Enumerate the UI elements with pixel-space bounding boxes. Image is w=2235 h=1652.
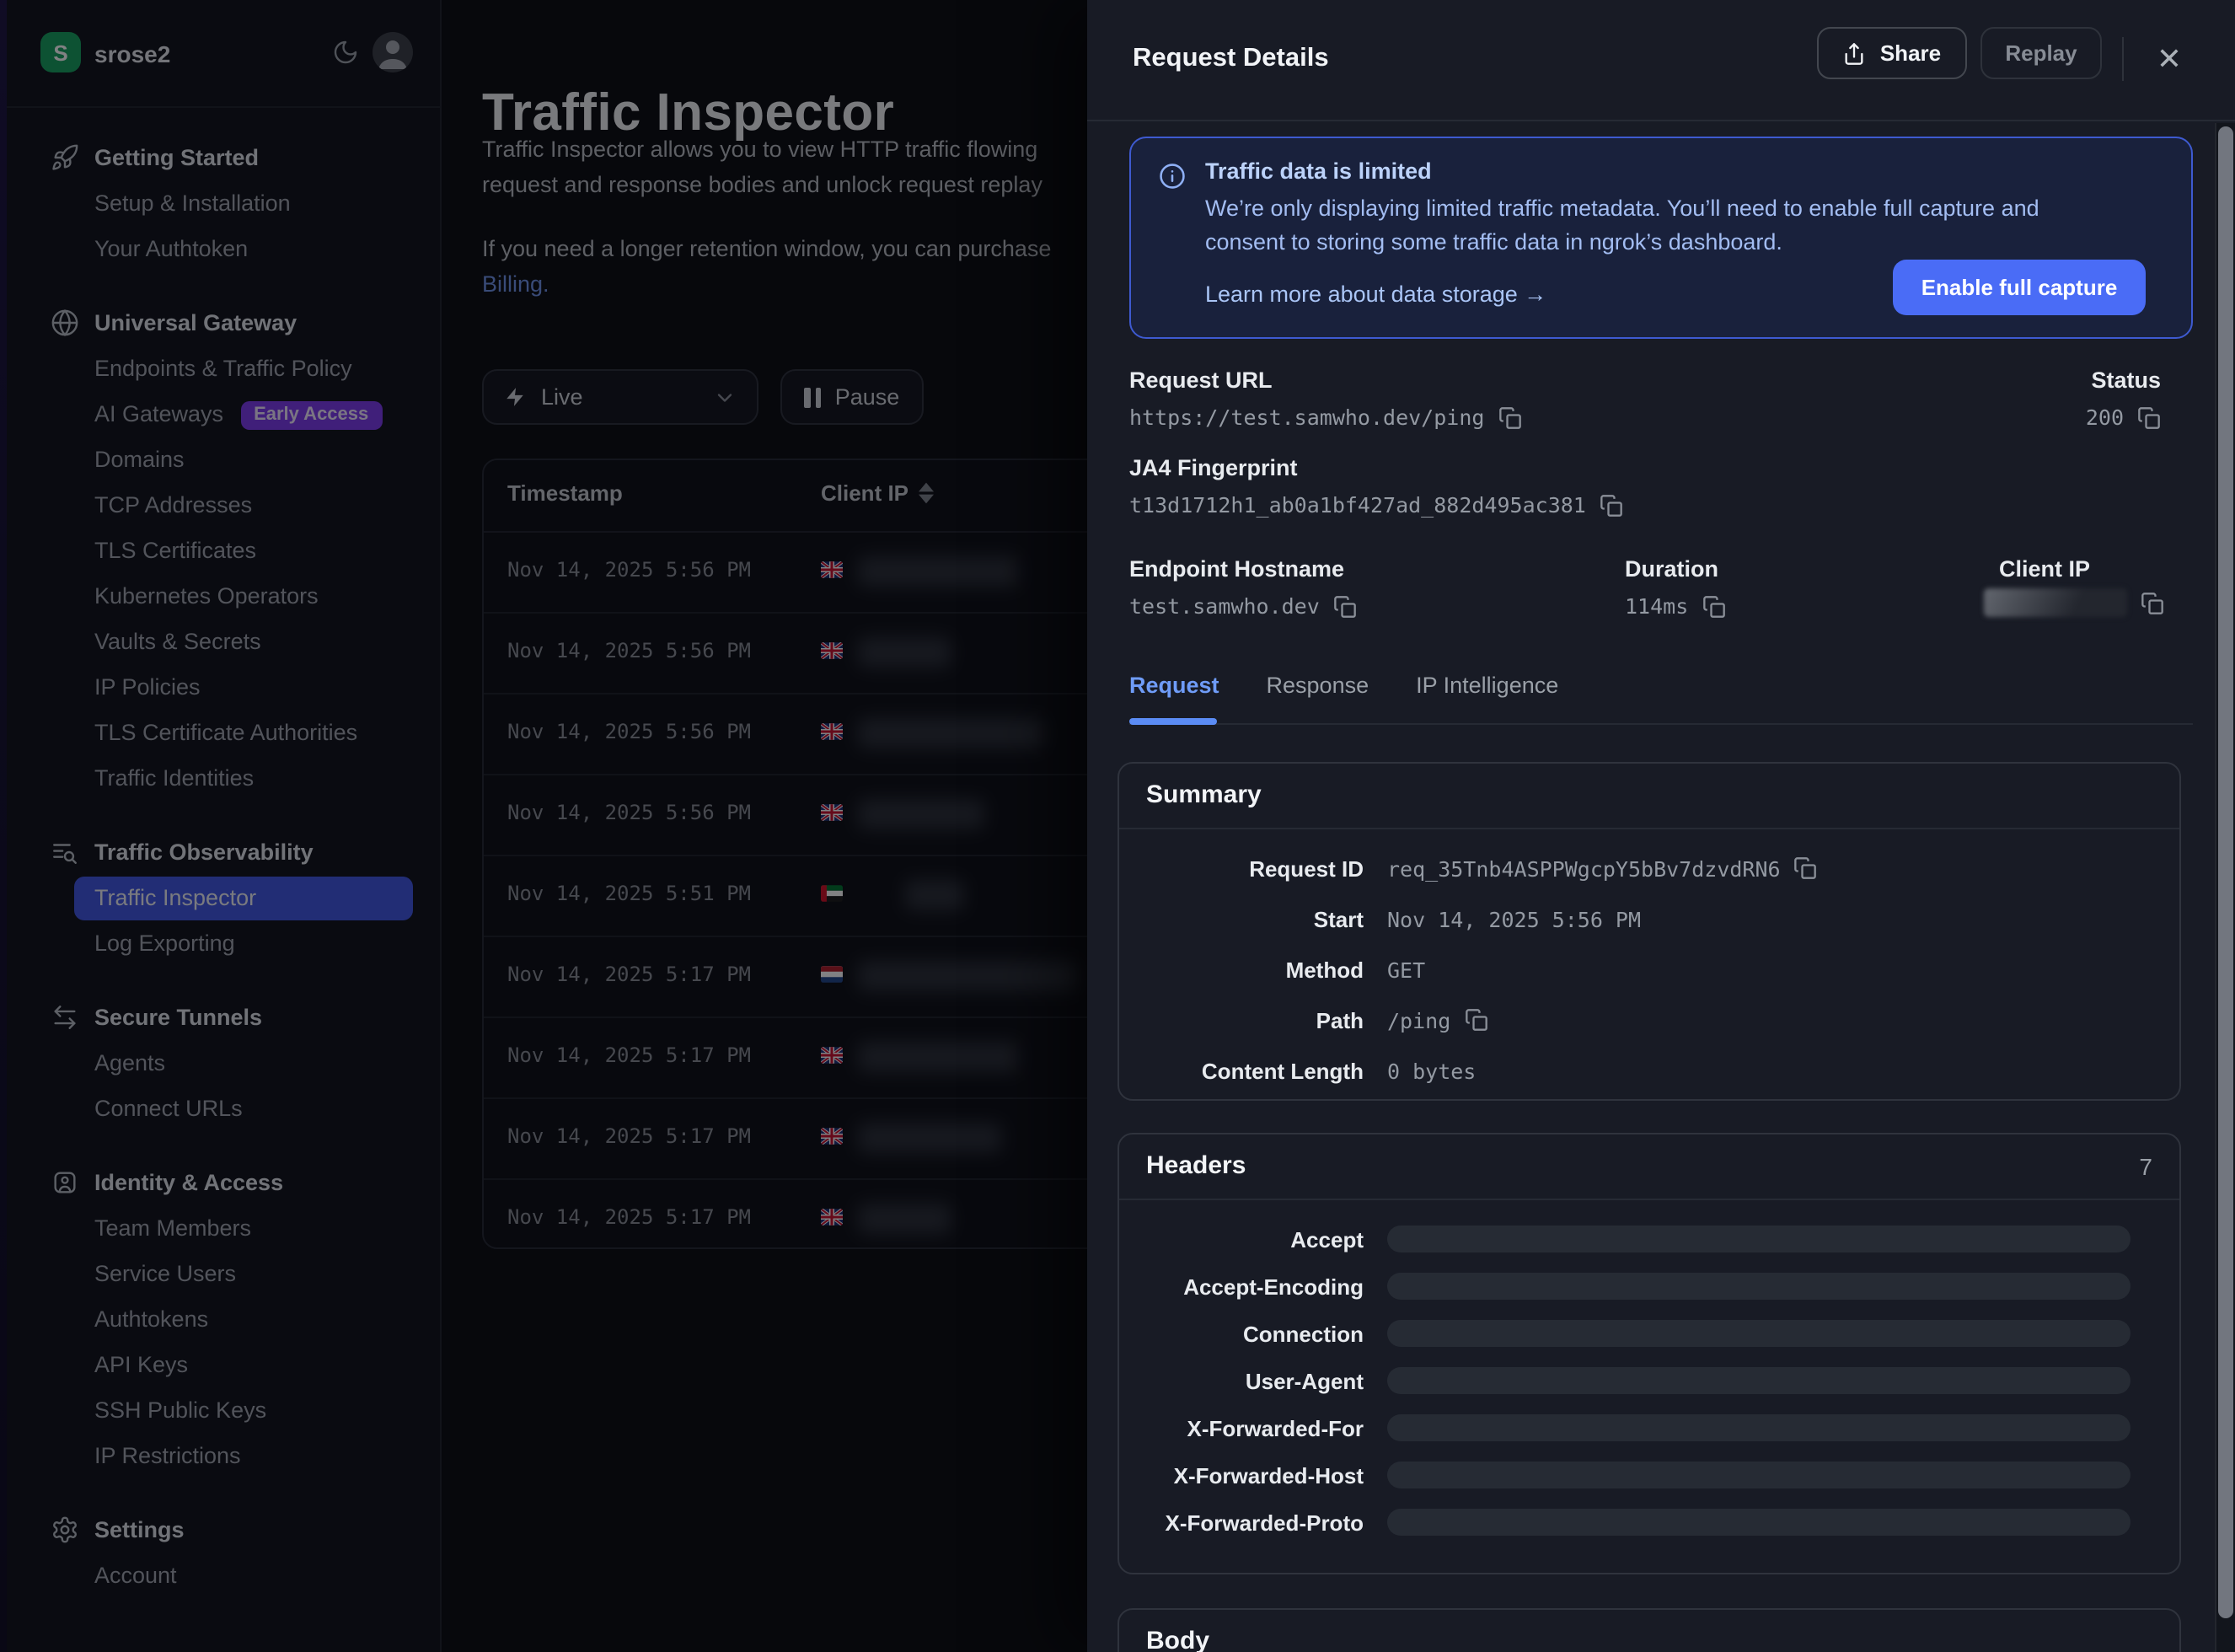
info-icon: [1158, 162, 1187, 190]
share-button-label: Share: [1880, 40, 1941, 66]
headers-list: Accept Accept-Encoding Connection User-A…: [1119, 1200, 2179, 1546]
request-id-value: req_35Tnb4ASPPWgcpY5bBv7dzvdRN6: [1387, 856, 1818, 881]
panel-title: Request Details: [1133, 44, 1329, 74]
close-icon[interactable]: ✕: [2151, 40, 2188, 78]
detail-tabs: Request Response IP Intelligence: [1129, 673, 1558, 698]
copy-icon[interactable]: [1498, 405, 1521, 429]
header-name: X-Forwarded-Host: [1119, 1462, 1364, 1488]
summary-row: Path /ping: [1119, 995, 2179, 1045]
redacted-header-value: [1387, 1226, 2130, 1252]
header-row: X-Forwarded-For: [1119, 1404, 2179, 1451]
endpoint-hostname-value: test.samwho.dev: [1129, 593, 1357, 619]
redacted-header-value: [1387, 1414, 2130, 1441]
panel-scrollbar-thumb[interactable]: [2218, 126, 2233, 1618]
ja4-label: JA4 Fingerprint: [1129, 455, 1298, 480]
redacted-client-ip: [1984, 588, 2127, 617]
tabs-divider: [1129, 723, 2193, 725]
duration-label: Duration: [1625, 556, 1718, 582]
tab-response[interactable]: Response: [1267, 673, 1369, 698]
summary-title: Summary: [1146, 780, 1262, 809]
replay-button-label: Replay: [2005, 40, 2077, 66]
enable-full-capture-button[interactable]: Enable full capture: [1893, 260, 2146, 315]
share-button[interactable]: Share: [1817, 27, 1967, 79]
header-divider: [2122, 37, 2124, 81]
copy-icon[interactable]: [1600, 493, 1623, 517]
status-label: Status: [2091, 367, 2161, 393]
header-row: X-Forwarded-Host: [1119, 1451, 2179, 1499]
header-name: Accept: [1119, 1226, 1364, 1252]
summary-row: Method GET: [1119, 944, 2179, 995]
header-row: Accept: [1119, 1215, 2179, 1263]
header-row: X-Forwarded-Proto: [1119, 1499, 2179, 1546]
redacted-header-value: [1387, 1462, 2130, 1488]
header-row: Accept-Encoding: [1119, 1263, 2179, 1310]
copy-icon[interactable]: [1333, 594, 1357, 618]
headers-count: 7: [2139, 1153, 2152, 1180]
client-ip-value: [1984, 588, 2164, 617]
panel-header: Request Details Share Replay ✕: [1087, 0, 2235, 121]
content-length-value: 0 bytes: [1387, 1058, 1476, 1083]
data-storage-link[interactable]: Learn more about data storage →: [1205, 282, 1546, 307]
notice-body-line2: consent to storing some traffic data in …: [1205, 229, 1782, 255]
copy-icon[interactable]: [1464, 1008, 1487, 1032]
path-value: /ping: [1387, 1007, 1487, 1032]
header-name: X-Forwarded-For: [1119, 1415, 1364, 1440]
copy-icon[interactable]: [2137, 405, 2161, 429]
tab-request[interactable]: Request: [1129, 673, 1219, 698]
summary-row: Content Length 0 bytes: [1119, 1045, 2179, 1096]
summary-card-header: Summary: [1119, 764, 2179, 829]
header-name: X-Forwarded-Proto: [1119, 1510, 1364, 1535]
client-ip-label: Client IP: [1999, 556, 2090, 582]
body-card: Body: [1118, 1608, 2181, 1652]
request-url-value: https://test.samwho.dev/ping: [1129, 405, 1521, 430]
copy-icon[interactable]: [1794, 856, 1818, 880]
headers-title: Headers: [1146, 1151, 1246, 1180]
replay-button[interactable]: Replay: [1980, 27, 2102, 79]
headers-card-header: Headers 7: [1119, 1134, 2179, 1200]
share-icon: [1843, 41, 1867, 65]
active-tab-underline: [1129, 718, 1217, 724]
notice-title: Traffic data is limited: [1205, 158, 1432, 184]
method-value: GET: [1387, 957, 1425, 982]
duration-value: 114ms: [1625, 593, 1725, 619]
copy-icon[interactable]: [1702, 594, 1725, 618]
header-name: Accept-Encoding: [1119, 1274, 1364, 1299]
redacted-header-value: [1387, 1320, 2130, 1347]
panel-scrollbar-track[interactable]: [2215, 123, 2235, 1652]
overlay-scrim[interactable]: [0, 0, 1087, 1652]
summary-row: Request ID req_35Tnb4ASPPWgcpY5bBv7dzvdR…: [1119, 843, 2179, 893]
summary-row: Start Nov 14, 2025 5:56 PM: [1119, 893, 2179, 944]
redacted-header-value: [1387, 1509, 2130, 1536]
copy-icon[interactable]: [2141, 591, 2164, 614]
request-url-label: Request URL: [1129, 367, 1273, 393]
status-value: 200: [2086, 405, 2161, 430]
header-name: Connection: [1119, 1321, 1364, 1346]
header-name: User-Agent: [1119, 1368, 1364, 1393]
start-value: Nov 14, 2025 5:56 PM: [1387, 906, 1641, 931]
ja4-value: t13d1712h1_ab0a1bf427ad_882d495ac381: [1129, 492, 1623, 518]
headers-card: Headers 7 Accept Accept-Encoding Connect…: [1118, 1133, 2181, 1574]
ngrok-dashboard: S srose2: [0, 0, 2235, 1652]
redacted-header-value: [1387, 1273, 2130, 1300]
endpoint-hostname-label: Endpoint Hostname: [1129, 556, 1344, 582]
body-title: Body: [1146, 1627, 1209, 1652]
header-row: User-Agent: [1119, 1357, 2179, 1404]
redacted-header-value: [1387, 1367, 2130, 1394]
traffic-limited-notice: Traffic data is limited We’re only displ…: [1129, 137, 2193, 339]
tab-ip-intelligence[interactable]: IP Intelligence: [1416, 673, 1558, 698]
body-card-header: Body: [1119, 1610, 2179, 1652]
notice-body-line1: We’re only displaying limited traffic me…: [1205, 196, 2039, 221]
request-details-panel: Request Details Share Replay ✕ Traffic d…: [1087, 0, 2235, 1652]
summary-card: Summary Request ID req_35Tnb4ASPPWgcpY5b…: [1118, 762, 2181, 1101]
header-row: Connection: [1119, 1310, 2179, 1357]
